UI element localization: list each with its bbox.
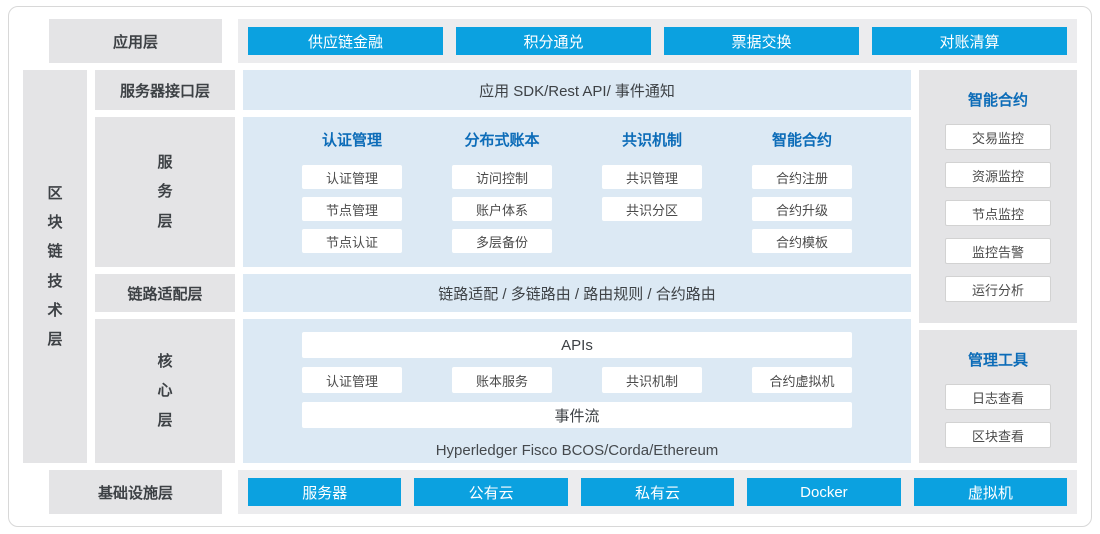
service-column-header: 智能合约 [752, 129, 852, 150]
service-column-auth: 认证管理 认证管理 节点管理 节点认证 [302, 129, 402, 267]
service-item: 节点管理 [302, 197, 402, 221]
panel-item-monitor-alert: 监控告警 [945, 238, 1051, 264]
service-item: 节点认证 [302, 229, 402, 253]
adapter-layer-label: 链路适配层 [95, 274, 235, 312]
service-item: 访问控制 [452, 165, 552, 189]
blockchain-layer-vertical-label: 区块链技术层 [23, 70, 87, 463]
service-column-header: 共识机制 [602, 129, 702, 150]
infrastructure-layer-label: 基础设施层 [49, 470, 222, 514]
right-panel-column: 智能合约 交易监控 资源监控 节点监控 监控告警 运行分析 管理工具 日志查看 … [919, 70, 1077, 463]
sublayer-label-column: 服务器接口层 服务层 链路适配层 核心层 [95, 70, 235, 463]
service-column-header: 认证管理 [302, 129, 402, 150]
panel-item-resource-monitor: 资源监控 [945, 162, 1051, 188]
platforms-text: Hyperledger Fisco BCOS/Corda/Ethereum [302, 442, 852, 459]
service-column-ledger: 分布式账本 访问控制 账户体系 多层备份 [452, 129, 552, 267]
core-layer-label: 核心层 [95, 319, 235, 463]
service-item: 账户体系 [452, 197, 552, 221]
service-item: 合约升级 [752, 197, 852, 221]
service-item: 多层备份 [452, 229, 552, 253]
apis-bar: APIs [302, 332, 852, 358]
core-module: 账本服务 [452, 367, 552, 393]
service-column-consensus: 共识机制 共识管理 共识分区 [602, 129, 702, 267]
application-layer-strip: 供应链金融 积分通兑 票据交换 对账清算 [238, 19, 1077, 63]
event-stream-bar: 事件流 [302, 402, 852, 428]
management-tools-panel-title: 管理工具 [968, 349, 1028, 370]
service-item: 共识管理 [602, 165, 702, 189]
infra-button-vm: 虚拟机 [914, 478, 1067, 506]
infra-button-server: 服务器 [248, 478, 401, 506]
application-layer-row: 应用层 供应链金融 积分通兑 票据交换 对账清算 [23, 19, 1077, 63]
infra-button-public-cloud: 公有云 [414, 478, 567, 506]
service-item: 合约注册 [752, 165, 852, 189]
panel-item-log-view: 日志查看 [945, 384, 1051, 410]
panel-item-node-monitor: 节点监控 [945, 200, 1051, 226]
core-modules-row: 认证管理 账本服务 共识机制 合约虚拟机 [302, 367, 852, 393]
app-button-supply-chain-finance: 供应链金融 [248, 27, 443, 55]
infrastructure-layer-row: 基础设施层 服务器 公有云 私有云 Docker 虚拟机 [23, 470, 1077, 514]
blockchain-technology-layer: 区块链技术层 服务器接口层 服务层 链路适配层 核心层 应用 SDK/Rest … [23, 70, 1077, 463]
architecture-diagram: 应用层 供应链金融 积分通兑 票据交换 对账清算 区块链技术层 服务器接口层 服… [8, 6, 1092, 527]
core-module: 合约虚拟机 [752, 367, 852, 393]
infra-button-docker: Docker [747, 478, 900, 506]
service-item: 共识分区 [602, 197, 702, 221]
service-column-contract: 智能合约 合约注册 合约升级 合约模板 [752, 129, 852, 267]
panel-item-block-view: 区块查看 [945, 422, 1051, 448]
app-button-points-exchange: 积分通兑 [456, 27, 651, 55]
application-layer-label: 应用层 [49, 19, 222, 63]
infrastructure-layer-strip: 服务器 公有云 私有云 Docker 虚拟机 [238, 470, 1077, 514]
core-module: 认证管理 [302, 367, 402, 393]
panel-item-transaction-monitor: 交易监控 [945, 124, 1051, 150]
service-layer-block: 认证管理 认证管理 节点管理 节点认证 分布式账本 访问控制 账户体系 多层备份… [243, 117, 911, 267]
core-layer-block: APIs 认证管理 账本服务 共识机制 合约虚拟机 事件流 Hyperledge… [243, 319, 911, 463]
panel-item-run-analysis: 运行分析 [945, 276, 1051, 302]
service-item: 合约模板 [752, 229, 852, 253]
link-adapter-bar: 链路适配 / 多链路由 / 路由规则 / 合约路由 [243, 274, 911, 312]
service-column-header: 分布式账本 [452, 129, 552, 150]
smart-contract-panel: 智能合约 交易监控 资源监控 节点监控 监控告警 运行分析 [919, 70, 1077, 323]
service-layer-label: 服务层 [95, 117, 235, 267]
app-button-reconciliation-clearing: 对账清算 [872, 27, 1067, 55]
service-item: 认证管理 [302, 165, 402, 189]
app-button-bill-exchange: 票据交换 [664, 27, 859, 55]
sdk-rest-api-bar: 应用 SDK/Rest API/ 事件通知 [243, 70, 911, 110]
smart-contract-panel-title: 智能合约 [968, 89, 1028, 110]
sublayer-content-column: 应用 SDK/Rest API/ 事件通知 认证管理 认证管理 节点管理 节点认… [243, 70, 911, 463]
core-module: 共识机制 [602, 367, 702, 393]
management-tools-panel: 管理工具 日志查看 区块查看 [919, 330, 1077, 463]
interface-layer-label: 服务器接口层 [95, 70, 235, 110]
infra-button-private-cloud: 私有云 [581, 478, 734, 506]
